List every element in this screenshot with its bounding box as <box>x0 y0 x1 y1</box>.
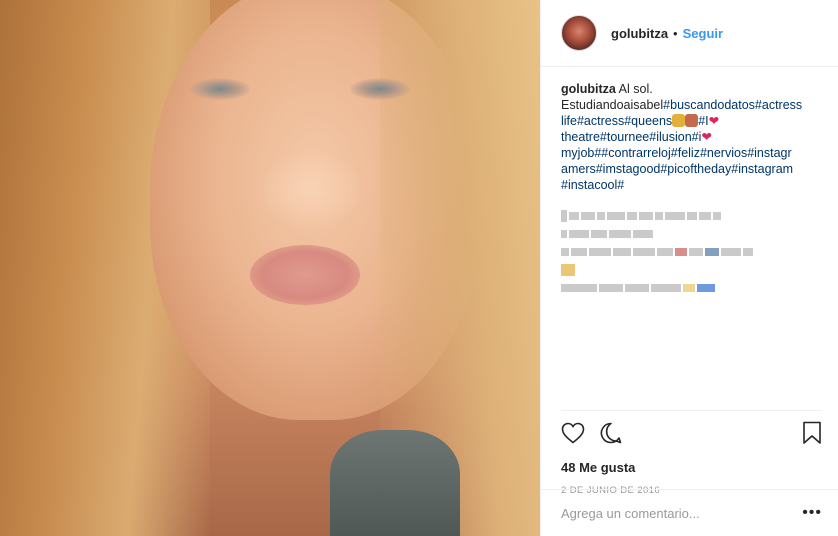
crown-emoji-icon <box>672 114 686 127</box>
caption-text: Al sol. <box>618 82 653 96</box>
post-header: golubitza • Seguir <box>541 0 838 67</box>
comment-input[interactable]: Agrega un comentario... <box>561 506 802 521</box>
follow-button[interactable]: Seguir <box>683 26 723 41</box>
hashtag-line-4[interactable]: myjob##contrarreloj#feliz#nervios#instag… <box>561 146 792 160</box>
header-username[interactable]: golubitza <box>611 26 668 41</box>
pixelated-comment-3 <box>561 247 818 257</box>
avatar[interactable] <box>561 15 597 51</box>
post-photo[interactable] <box>0 0 540 536</box>
comment-box: Agrega un comentario... ••• <box>541 489 838 536</box>
theatre-emoji-icon <box>685 114 699 127</box>
photo-shirt <box>330 430 460 536</box>
action-icons <box>561 421 822 450</box>
pixelated-comment-1 <box>561 210 818 222</box>
hashtag-line-2[interactable]: life#actress#queens <box>561 114 672 128</box>
caption-line1-plain: Estudiandoaisabel <box>561 98 664 112</box>
hashtag-line-3[interactable]: theatre#tournee#ilusion#i <box>561 130 701 144</box>
pixelated-comments <box>541 193 838 293</box>
photo-nose <box>255 150 365 230</box>
caption-username[interactable]: golubitza <box>561 82 616 96</box>
hashtag-line-6[interactable]: #instacool# <box>561 178 624 192</box>
post-sidebar: golubitza • Seguir golubitza Al sol. Est… <box>540 0 838 536</box>
comment-bubble-icon[interactable] <box>599 421 623 450</box>
caption: golubitza Al sol. Estudiandoaisabel#busc… <box>541 67 838 193</box>
photo-eye-right <box>350 78 410 100</box>
like-heart-icon[interactable] <box>561 422 585 449</box>
red-heart-emoji-icon: ❤ <box>708 114 720 128</box>
photo-lips <box>250 245 360 305</box>
pixelated-comment-2 <box>561 229 818 239</box>
bookmark-icon[interactable] <box>802 421 822 450</box>
red-heart-emoji-icon-2: ❤ <box>701 130 712 144</box>
hashtag-line-5[interactable]: amers#imstagood#picoftheday#instagram <box>561 162 793 176</box>
more-options-icon[interactable]: ••• <box>802 504 822 522</box>
post-actions: 48 Me gusta 2 DE JUNIO DE 2016 <box>561 410 822 496</box>
likes-count[interactable]: 48 Me gusta <box>561 460 822 475</box>
hashtag-line-2-tail[interactable]: #I <box>698 114 708 128</box>
pixelated-comment-4 <box>561 264 818 276</box>
instagram-post: golubitza • Seguir golubitza Al sol. Est… <box>0 0 838 536</box>
pixelated-comment-5 <box>561 283 818 293</box>
header-separator: • <box>673 25 678 41</box>
photo-eye-left <box>190 78 250 100</box>
hashtag-line-1[interactable]: #buscandodatos#actress <box>663 98 802 112</box>
